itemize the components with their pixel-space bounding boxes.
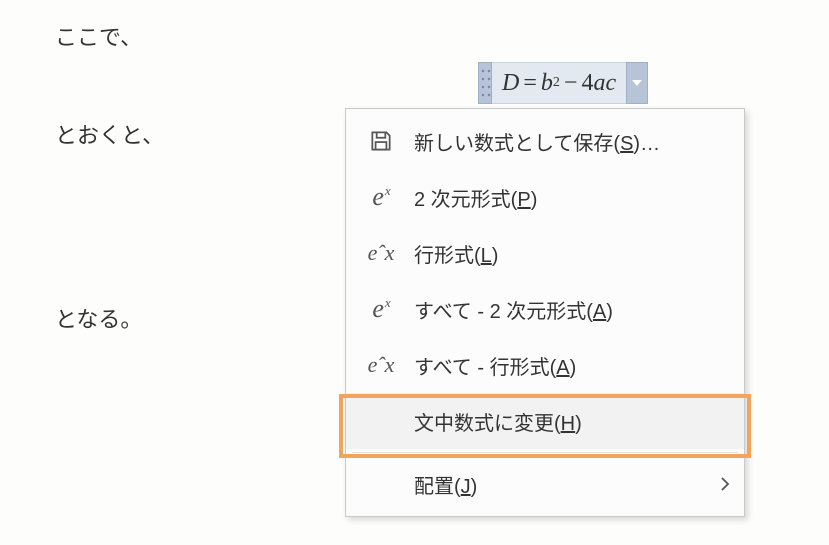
menu-label: 新しい数式として保存(S)… [414, 127, 660, 156]
chevron-down-icon [632, 80, 642, 86]
menu-item-save-as-new-equation[interactable]: 新しい数式として保存(S)… [346, 113, 744, 169]
menu-label: すべて - 行形式(A) [414, 351, 576, 380]
menu-item-professional[interactable]: ex 2 次元形式(P) [346, 169, 744, 225]
equation-content[interactable]: D = b2 − 4ac [492, 62, 626, 104]
equation-options-menu: 新しい数式として保存(S)… ex 2 次元形式(P) eˆx 行形式(L) e… [345, 108, 745, 517]
save-icon [360, 120, 402, 162]
equation-options-dropdown[interactable] [626, 62, 648, 104]
menu-item-all-professional[interactable]: ex すべて - 2 次元形式(A) [346, 281, 744, 337]
e-to-x-professional-icon: ex [360, 176, 402, 218]
equation-object[interactable]: D = b2 − 4ac [478, 62, 648, 104]
menu-label: 行形式(L) [414, 239, 498, 268]
menu-item-justification[interactable]: 配置(J) [346, 456, 744, 512]
eq-var-b: b [541, 70, 553, 97]
menu-label: 2 次元形式(P) [414, 183, 537, 212]
eq-4: 4 [581, 70, 593, 97]
eq-var-a: a [593, 70, 605, 97]
blank-icon [360, 463, 402, 505]
paragraph-1: ここで、 [55, 20, 142, 52]
menu-separator [352, 452, 738, 453]
paragraph-3: となる。 [55, 302, 142, 334]
eq-var-D: D [502, 70, 519, 97]
e-caret-x-linear-icon: eˆx [360, 344, 402, 386]
menu-label: 配置(J) [414, 470, 477, 499]
menu-label: 文中数式に変更(H) [414, 407, 582, 436]
e-caret-x-linear-icon: eˆx [360, 232, 402, 274]
chevron-right-icon [720, 476, 730, 492]
menu-item-change-to-inline[interactable]: 文中数式に変更(H) [346, 393, 744, 449]
eq-var-c: c [605, 70, 616, 97]
menu-item-linear[interactable]: eˆx 行形式(L) [346, 225, 744, 281]
document-canvas: ここで、 とおくと、 となる。 D = b2 − 4ac 新しい数式として保存(… [0, 0, 829, 545]
blank-icon [360, 400, 402, 442]
menu-label: すべて - 2 次元形式(A) [414, 295, 613, 324]
eq-sup-2: 2 [553, 75, 560, 91]
equation-drag-handle[interactable] [478, 62, 492, 104]
menu-item-all-linear[interactable]: eˆx すべて - 行形式(A) [346, 337, 744, 393]
e-to-x-professional-icon: ex [360, 288, 402, 330]
paragraph-2: とおくと、 [55, 118, 164, 150]
eq-equals: = [523, 70, 537, 97]
eq-minus: − [564, 70, 578, 97]
